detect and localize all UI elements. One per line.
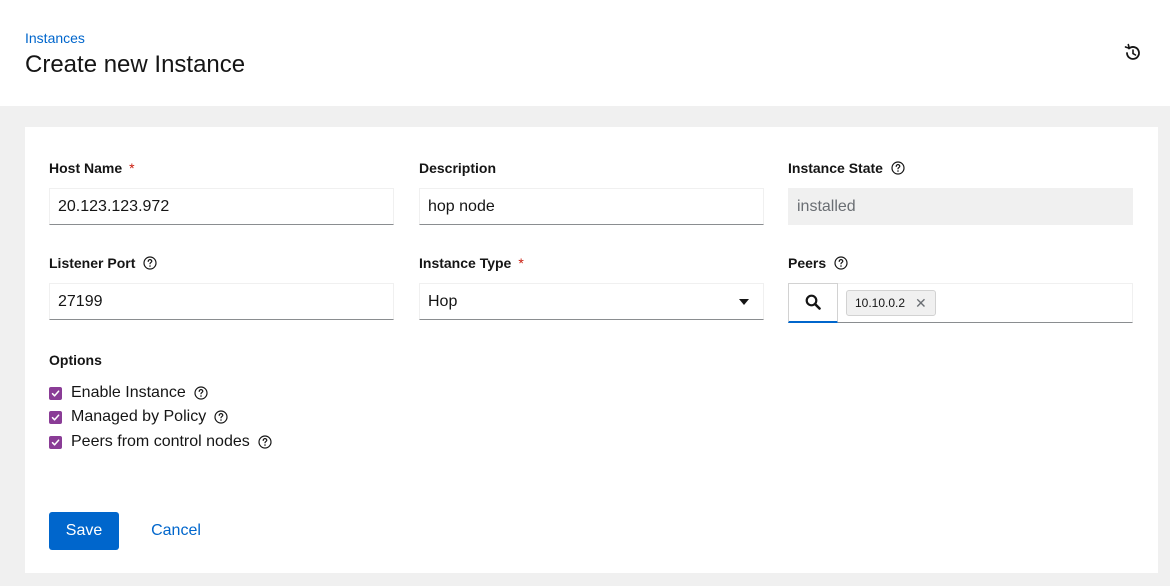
peer-chip-label: 10.10.0.2 (855, 296, 906, 310)
managed-by-policy-label: Managed by Policy (71, 408, 207, 425)
instance-state-label: Instance State (788, 160, 905, 176)
description-input[interactable]: hop node (419, 188, 764, 225)
peers-multiselect[interactable]: 10.10.0.2 ✕ (788, 282, 1133, 323)
listener-port-label: Listener Port (49, 255, 157, 271)
help-icon[interactable] (194, 386, 208, 400)
instance-state-value: installed (797, 197, 856, 215)
page-title: Create new Instance (25, 51, 246, 78)
cancel-button[interactable]: Cancel (140, 512, 212, 550)
description-label-text: Description (419, 160, 497, 176)
history-icon[interactable] (1122, 42, 1144, 64)
help-icon[interactable] (258, 435, 272, 449)
peers-search-button[interactable] (788, 282, 838, 323)
help-icon[interactable] (143, 256, 157, 270)
instance-state-input: installed (788, 188, 1133, 225)
search-icon (805, 294, 821, 310)
instance-type-value: Hop (428, 292, 458, 310)
enable-instance-label: Enable Instance (71, 384, 186, 401)
instance-type-label-text: Instance Type (419, 255, 512, 271)
enable-instance-checkbox[interactable] (49, 386, 62, 400)
host-name-label-text: Host Name (49, 160, 123, 176)
host-name-input[interactable]: 20.123.123.972 (49, 188, 394, 225)
page-header: Instances Create new Instance (0, 0, 1170, 106)
required-mark: * (518, 255, 524, 271)
breadcrumb-instances[interactable]: Instances (25, 30, 85, 46)
listener-port-input[interactable]: 27199 (49, 283, 394, 320)
close-icon[interactable]: ✕ (915, 296, 927, 310)
peers-label-text: Peers (788, 255, 827, 271)
instance-type-select[interactable]: Hop (419, 283, 764, 320)
save-button[interactable]: Save (49, 512, 119, 550)
enable-instance-option: Enable Instance (49, 384, 208, 402)
peers-from-control-nodes-label: Peers from control nodes (71, 433, 250, 450)
help-icon[interactable] (834, 256, 848, 270)
options-label: Options (49, 352, 102, 368)
description-value: hop node (428, 197, 495, 215)
listener-port-label-text: Listener Port (49, 255, 136, 271)
caret-down-icon (739, 298, 749, 305)
instance-type-label: Instance Type * (419, 255, 524, 271)
description-label: Description (419, 160, 496, 176)
peers-from-control-nodes-checkbox[interactable] (49, 435, 62, 449)
peers-from-control-nodes-option: Peers from control nodes (49, 433, 272, 451)
host-name-value: 20.123.123.972 (58, 197, 170, 215)
help-icon[interactable] (891, 161, 905, 175)
instance-state-label-text: Instance State (788, 160, 883, 176)
host-name-label: Host Name * (49, 160, 135, 176)
managed-by-policy-checkbox[interactable] (49, 410, 62, 424)
listener-port-value: 27199 (58, 292, 103, 310)
required-mark: * (129, 160, 135, 176)
peer-chip: 10.10.0.2 ✕ (846, 290, 936, 316)
help-icon[interactable] (214, 410, 228, 424)
peers-label: Peers (788, 255, 848, 271)
managed-by-policy-option: Managed by Policy (49, 408, 228, 426)
